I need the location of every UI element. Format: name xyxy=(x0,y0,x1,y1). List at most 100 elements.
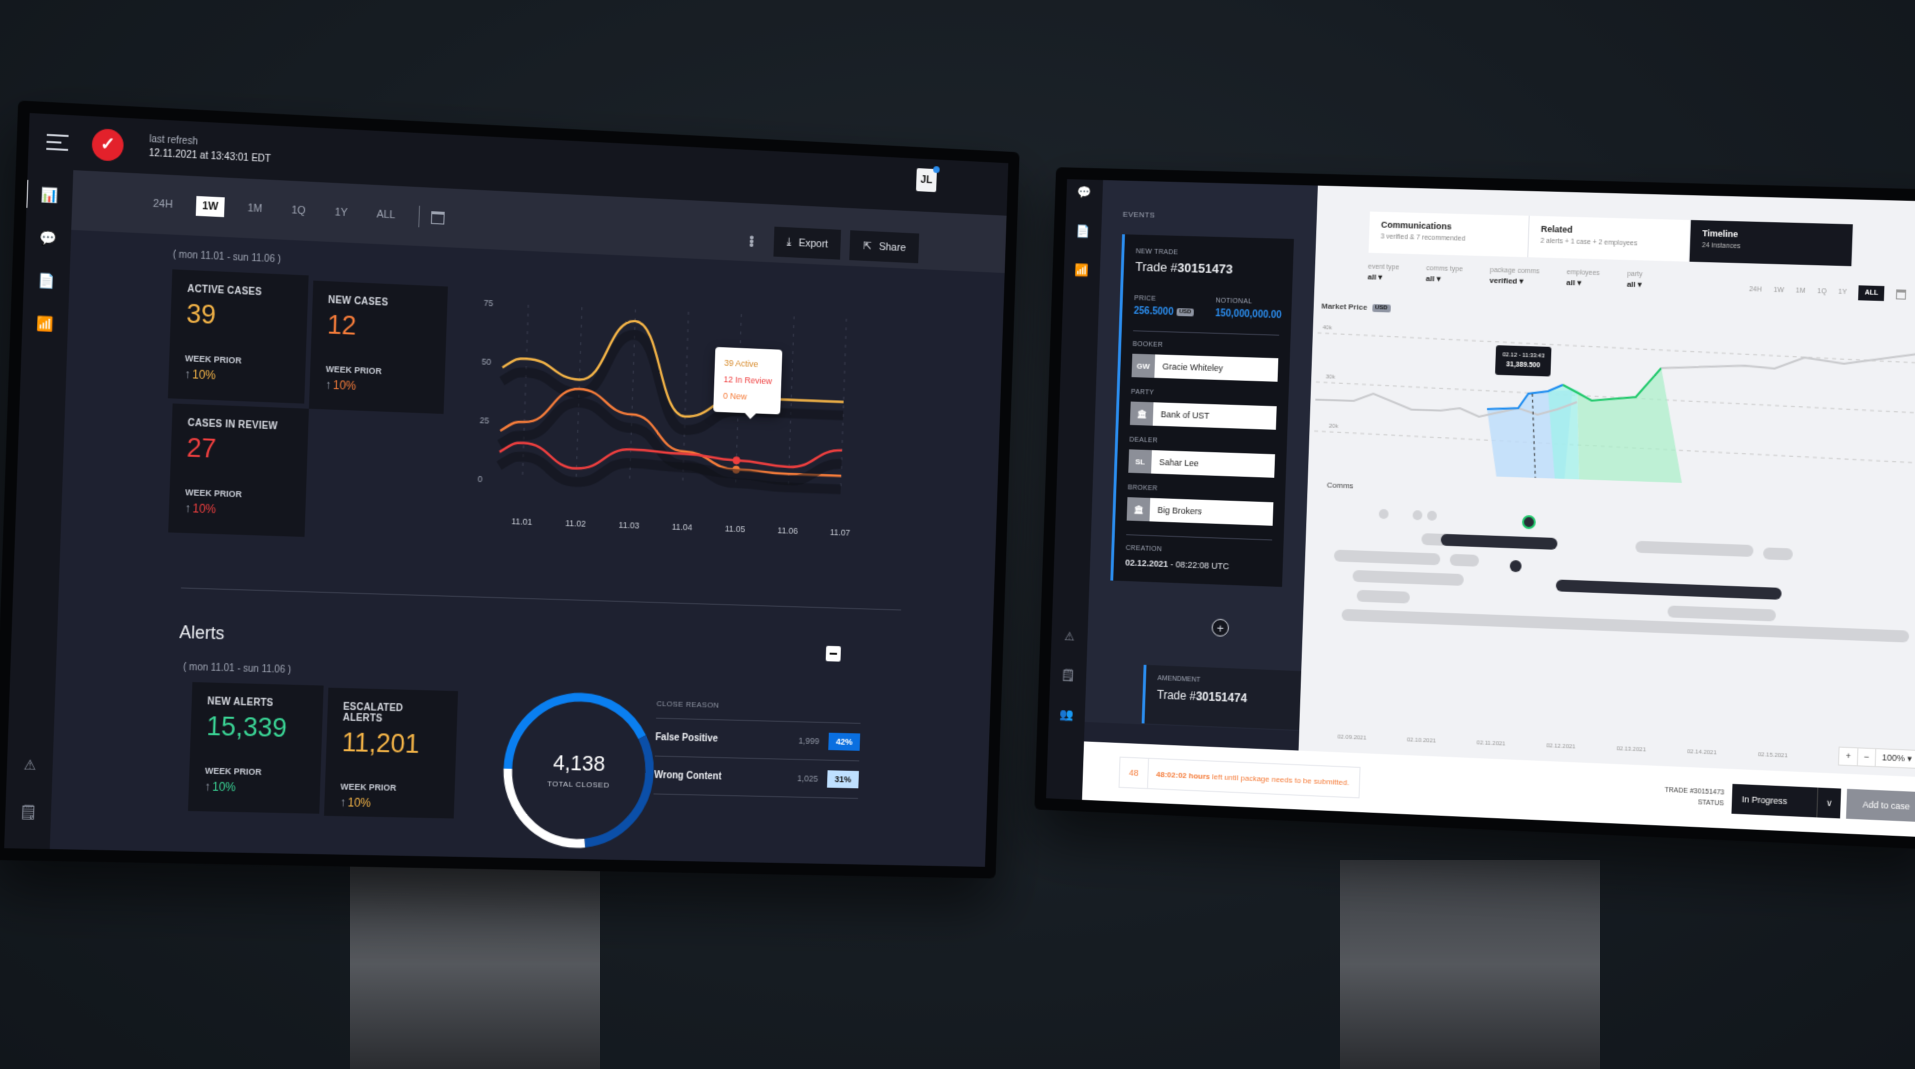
x-tick-label: 11.01 xyxy=(511,516,532,527)
tooltip-review: 12 In Review xyxy=(723,374,773,387)
escalated-alerts-card[interactable]: ESCALATED ALERTS 11,201 WEEK PRIOR ↑10% xyxy=(324,687,459,819)
y-tick-label: 75 xyxy=(484,298,494,308)
arrow-up-icon: ↑ xyxy=(184,367,191,382)
comm-bar-long xyxy=(1341,608,1910,643)
broker-chip[interactable]: 🏛 Big Brokers xyxy=(1126,497,1274,526)
detail-tabs: Communications 3 verified & 7 recommended… xyxy=(1368,211,1854,267)
left-monitor: ✓ last refresh 12.11.2021 at 13:43:01 ED… xyxy=(0,100,1020,879)
card-label: ESCALATED ALERTS xyxy=(342,701,404,725)
warning-icon[interactable]: ⚠ xyxy=(1064,629,1075,643)
more-options-icon[interactable]: ••• xyxy=(744,235,759,247)
close-reason-row[interactable]: Wrong Content 1,025 31% xyxy=(653,756,860,799)
gridline-40k xyxy=(1317,333,1915,363)
signal-icon[interactable]: 📶 xyxy=(36,315,54,333)
tooltip-new: 0 New xyxy=(722,390,748,402)
close-reason-row[interactable]: False Positive 1,999 42% xyxy=(654,718,861,762)
new-cases-card[interactable]: NEW CASES 12 WEEK PRIOR ↑10% xyxy=(308,280,448,414)
range-1w[interactable]: 1W xyxy=(195,196,225,218)
people-icon[interactable]: 👥 xyxy=(1060,707,1075,721)
filter-comms-type[interactable]: comms type all ▾ xyxy=(1426,265,1463,284)
add-event-button[interactable]: + xyxy=(1211,618,1230,637)
tab-timeline[interactable]: Timeline 24 instances xyxy=(1689,220,1854,267)
deadline-message: left until package needs to be submitted… xyxy=(1209,771,1350,787)
menu-icon[interactable] xyxy=(46,133,69,151)
status-value: In Progress xyxy=(1741,794,1788,807)
chat-icon[interactable]: 💬 xyxy=(1077,185,1092,199)
chart-icon[interactable]: 📊 xyxy=(41,187,59,205)
range-1m[interactable]: 1M xyxy=(241,198,268,219)
zoom-in-button[interactable]: + xyxy=(1839,747,1859,766)
new-alerts-card[interactable]: NEW ALERTS 15,339 WEEK PRIOR ↑10% xyxy=(187,682,324,814)
collapse-button[interactable] xyxy=(825,645,841,662)
filter-event-type[interactable]: event type all ▾ xyxy=(1368,264,1400,283)
creation-time: - 08:22:08 UTC xyxy=(1167,559,1230,572)
signal-icon[interactable]: 📶 xyxy=(1075,263,1090,277)
arrow-up-icon: ↑ xyxy=(324,377,332,392)
range-1q[interactable]: 1Q xyxy=(285,200,312,221)
range-1y[interactable]: 1Y xyxy=(1838,289,1847,296)
report-icon[interactable]: 🗒 xyxy=(19,804,37,821)
y-tick-label: 25 xyxy=(480,415,490,425)
comm-bar xyxy=(1333,549,1441,566)
tab-related[interactable]: Related 2 alerts + 1 case + 2 employees xyxy=(1528,215,1691,262)
comm-event xyxy=(1426,510,1437,521)
event-card-amendment[interactable]: AMENDMENT Trade #30151474 xyxy=(1141,664,1307,731)
highlight-band-green xyxy=(1574,365,1686,483)
zoom-level-select[interactable]: 100% ▾ xyxy=(1875,749,1915,768)
x-gridline xyxy=(788,316,794,490)
range-all[interactable]: ALL xyxy=(1858,285,1885,302)
timeline-range-bar: 24H 1W 1M 1Q 1Y ALL xyxy=(1749,282,1907,302)
event-card-new-trade[interactable]: NEW TRADE Trade #30151473 PRICE 256.5000 U… xyxy=(1110,234,1294,587)
date-tick: 02.15.2021 xyxy=(1757,752,1788,760)
market-price-chart[interactable]: 40k 30k 20k xyxy=(1313,313,1915,491)
range-1m[interactable]: 1M xyxy=(1796,288,1806,295)
add-to-case-button[interactable]: Add to case xyxy=(1846,788,1915,823)
party-name: Bank of UST xyxy=(1160,409,1210,421)
filter-package-comms[interactable]: package comms verified ▾ xyxy=(1489,267,1539,286)
user-avatar[interactable]: JL xyxy=(916,168,937,193)
calendar-icon[interactable] xyxy=(430,210,445,225)
filter-employees[interactable]: employees all ▾ xyxy=(1566,269,1600,288)
range-24h[interactable]: 24H xyxy=(1749,286,1762,293)
report-icon[interactable]: 🗒 xyxy=(1061,668,1076,682)
document-icon[interactable]: 📄 xyxy=(38,272,56,290)
comm-bar xyxy=(1667,605,1777,622)
cases-date-range: ( mon 11.01 - sun 11.06 ) xyxy=(172,249,282,266)
price-tooltip: 02.12 - 11:33:43 31,389.500 xyxy=(1495,345,1552,377)
dealer-chip[interactable]: SL Sahar Lee xyxy=(1128,449,1276,478)
comm-bar-active xyxy=(1555,579,1782,600)
cases-line-chart[interactable]: 0 25 50 75 11.01 11.02 11.03 11.04 11.05 11.06 11.… xyxy=(458,283,870,561)
warning-icon[interactable]: ⚠ xyxy=(23,757,36,774)
section-divider xyxy=(180,587,902,611)
range-all[interactable]: ALL xyxy=(370,204,401,225)
party-chip[interactable]: 🏛 Bank of UST xyxy=(1129,401,1277,430)
status-dropdown[interactable]: In Progress ∨ xyxy=(1731,783,1842,819)
comm-bar xyxy=(1449,553,1480,567)
chat-icon[interactable]: 💬 xyxy=(39,229,57,247)
x-tick-label: 11.06 xyxy=(777,525,798,535)
filter-party[interactable]: party all ▾ xyxy=(1627,271,1643,289)
cases-in-review-card[interactable]: CASES IN REVIEW 27 WEEK PRIOR ↑10% xyxy=(168,403,309,537)
tab-title: Related xyxy=(1540,223,1573,235)
share-button[interactable]: ⇱ Share xyxy=(849,230,920,264)
active-cases-card[interactable]: ACTIVE CASES 39 WEEK PRIOR ↑10% xyxy=(167,269,309,404)
range-1w[interactable]: 1W xyxy=(1773,287,1784,294)
alerts-title: Alerts xyxy=(179,622,225,644)
range-1q[interactable]: 1Q xyxy=(1817,288,1826,295)
event-type: NEW TRADE xyxy=(1135,248,1179,257)
zoom-out-button[interactable]: − xyxy=(1857,748,1877,767)
zoom-controls: + − 100% ▾ xyxy=(1838,746,1915,769)
export-button[interactable]: ⤓ Export xyxy=(773,226,842,260)
range-24h[interactable]: 24H xyxy=(147,194,179,215)
booker-chip[interactable]: GW Gracie Whiteley xyxy=(1131,353,1279,382)
calendar-icon[interactable] xyxy=(1895,288,1907,300)
x-tick-label: 11.04 xyxy=(672,522,693,532)
tab-communications[interactable]: Communications 3 verified & 7 recommended xyxy=(1368,211,1530,258)
market-price-text: Market Price xyxy=(1321,301,1368,312)
range-1y[interactable]: 1Y xyxy=(329,202,354,223)
document-icon[interactable]: 📄 xyxy=(1076,224,1091,238)
role-label: PARTY xyxy=(1130,388,1155,397)
comm-bar-active xyxy=(1440,533,1558,550)
comms-timeline[interactable] xyxy=(1302,490,1913,661)
timeline-panel: Communications 3 verified & 7 recommended… xyxy=(1298,185,1915,778)
